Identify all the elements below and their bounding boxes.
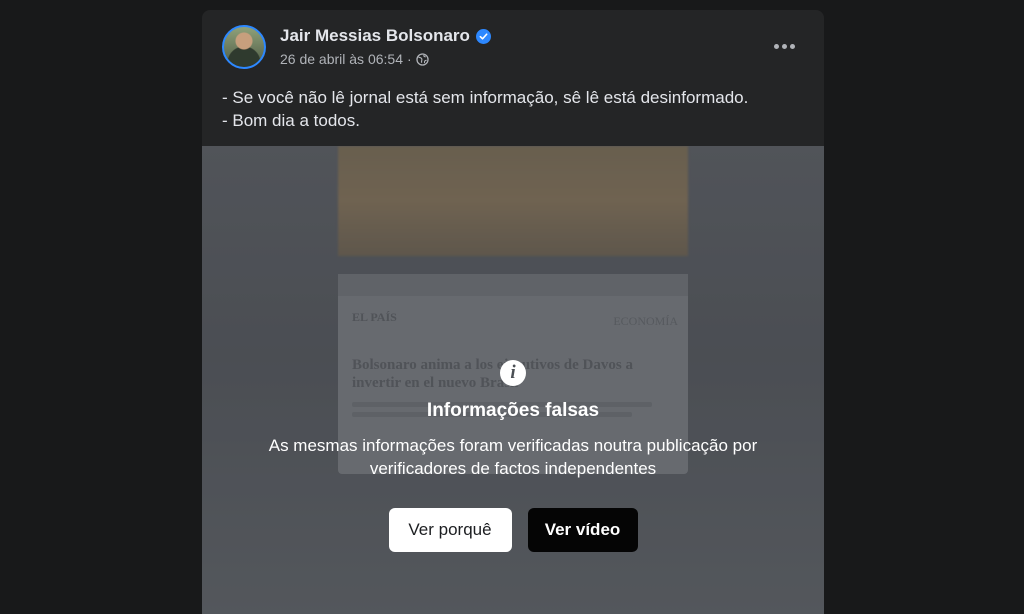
author-row: Jair Messias Bolsonaro: [280, 26, 491, 46]
author-avatar[interactable]: [222, 25, 266, 69]
post-meta: 26 de abril às 06:54 ·: [280, 51, 429, 67]
globe-icon: [415, 52, 429, 66]
more-horizontal-icon-dot: [773, 43, 779, 49]
post-text-line: - Se você não lê jornal está sem informa…: [222, 88, 749, 107]
meta-separator: ·: [406, 51, 412, 67]
more-horizontal-icon-dot: [789, 43, 795, 49]
info-icon: i: [500, 360, 526, 386]
warning-description: As mesmas informações foram verificadas …: [268, 436, 758, 478]
warning-actions: Ver porquê Ver vídeo: [202, 508, 824, 552]
post-media[interactable]: EL PAÍS ECONOMÍA Bolsonaro anima a los e…: [202, 146, 824, 614]
more-horizontal-icon-dot: [781, 43, 787, 49]
post-timestamp[interactable]: 26 de abril às 06:54: [280, 51, 403, 67]
author-name[interactable]: Jair Messias Bolsonaro: [280, 26, 470, 46]
see-why-button[interactable]: Ver porquê: [388, 508, 512, 552]
verified-badge-icon: [475, 28, 491, 44]
facebook-post: Jair Messias Bolsonaro 26 de abril às 06…: [202, 10, 824, 614]
post-text-line: - Bom dia a todos.: [222, 111, 360, 130]
more-options-button[interactable]: [766, 34, 802, 58]
post-header: Jair Messias Bolsonaro 26 de abril às 06…: [202, 10, 824, 82]
false-info-warning: i Informações falsas As mesmas informaçõ…: [202, 360, 824, 480]
see-video-button[interactable]: Ver vídeo: [527, 508, 638, 552]
warning-title: Informações falsas: [426, 400, 600, 421]
post-text: - Se você não lê jornal está sem informa…: [222, 86, 804, 132]
